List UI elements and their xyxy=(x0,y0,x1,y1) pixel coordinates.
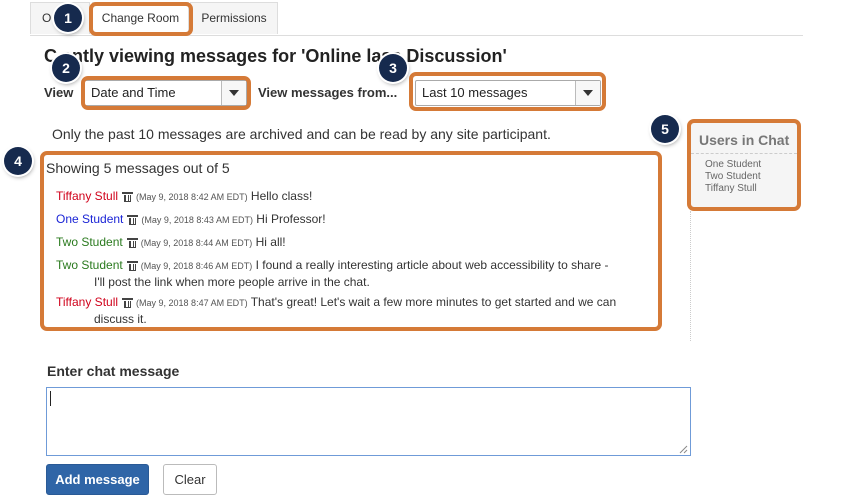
message-text: I found a really interesting article abo… xyxy=(255,258,609,272)
callout-highlight-3 xyxy=(409,72,606,111)
callout-badge-5: 5 xyxy=(651,115,679,143)
callout-badge-1: 1 xyxy=(54,4,82,32)
resize-grip-icon[interactable] xyxy=(678,444,688,454)
trash-icon[interactable] xyxy=(122,192,134,202)
message-text: Hi all! xyxy=(255,235,286,249)
chat-input-label: Enter chat message xyxy=(47,363,180,379)
clear-button[interactable]: Clear xyxy=(163,464,217,495)
message-text: Hi Professor! xyxy=(256,212,326,226)
message-timestamp: (May 9, 2018 8:43 AM EDT) xyxy=(141,215,253,225)
trash-icon[interactable] xyxy=(122,298,134,308)
messages-count: Showing 5 messages out of 5 xyxy=(46,160,230,176)
message-timestamp: (May 9, 2018 8:47 AM EDT) xyxy=(136,298,248,308)
callout-badge-2: 2 xyxy=(52,54,80,82)
trash-icon[interactable] xyxy=(127,215,139,225)
callout-highlight-2 xyxy=(81,76,251,110)
archive-note: Only the past 10 messages are archived a… xyxy=(52,126,551,142)
message-sender: Two Student xyxy=(56,235,123,249)
message-text: Hello class! xyxy=(250,189,313,203)
users-list: One Student Two Student Tiffany Stull xyxy=(705,159,761,195)
view-label: View xyxy=(44,85,74,100)
user-item: Two Student xyxy=(705,171,761,182)
message-item: Tiffany Stull (May 9, 2018 8:47 AM EDT) T… xyxy=(56,294,652,327)
messages-panel: Showing 5 messages out of 5 Tiffany Stul… xyxy=(40,151,662,331)
message-item: Two Student (May 9, 2018 8:44 AM EDT) Hi … xyxy=(56,234,652,251)
divider xyxy=(690,211,691,341)
callout-badge-4: 4 xyxy=(4,147,32,175)
message-text: That's great! Let's wait a few more minu… xyxy=(250,295,617,309)
tab-permissions[interactable]: Permissions xyxy=(190,2,278,34)
callout-badge-3: 3 xyxy=(379,54,407,82)
message-item: One Student (May 9, 2018 8:43 AM EDT) Hi … xyxy=(56,211,652,228)
add-message-button[interactable]: Add message xyxy=(46,464,149,495)
message-item: Tiffany Stull (May 9, 2018 8:42 AM EDT) H… xyxy=(56,188,652,205)
user-item: One Student xyxy=(705,159,762,170)
user-item: Tiffany Stull xyxy=(705,183,757,194)
message-timestamp: (May 9, 2018 8:42 AM EDT) xyxy=(136,192,248,202)
message-sender: Tiffany Stull xyxy=(56,189,119,203)
message-sender: One Student xyxy=(56,212,124,226)
text-cursor xyxy=(50,391,51,406)
users-in-chat-panel: Users in Chat One Student Two Student Ti… xyxy=(687,119,801,211)
callout-highlight-1 xyxy=(89,2,193,36)
users-in-chat-title: Users in Chat xyxy=(699,132,790,148)
message-timestamp: (May 9, 2018 8:44 AM EDT) xyxy=(140,238,253,248)
trash-icon[interactable] xyxy=(126,261,138,271)
divider xyxy=(691,153,797,154)
chat-message-input[interactable] xyxy=(46,387,691,456)
message-sender: Tiffany Stull xyxy=(56,295,119,309)
message-item: Two Student (May 9, 2018 8:46 AM EDT) I f… xyxy=(56,257,652,290)
message-text-continued: discuss it. xyxy=(94,312,147,326)
message-sender: Two Student xyxy=(56,258,123,272)
message-timestamp: (May 9, 2018 8:46 AM EDT) xyxy=(140,261,253,271)
message-text-continued: I'll post the link when more people arri… xyxy=(94,275,370,289)
trash-icon[interactable] xyxy=(126,238,138,248)
page-title: C ently viewing messages for 'Online las… xyxy=(44,46,507,66)
view-from-label: View messages from... xyxy=(258,85,398,100)
